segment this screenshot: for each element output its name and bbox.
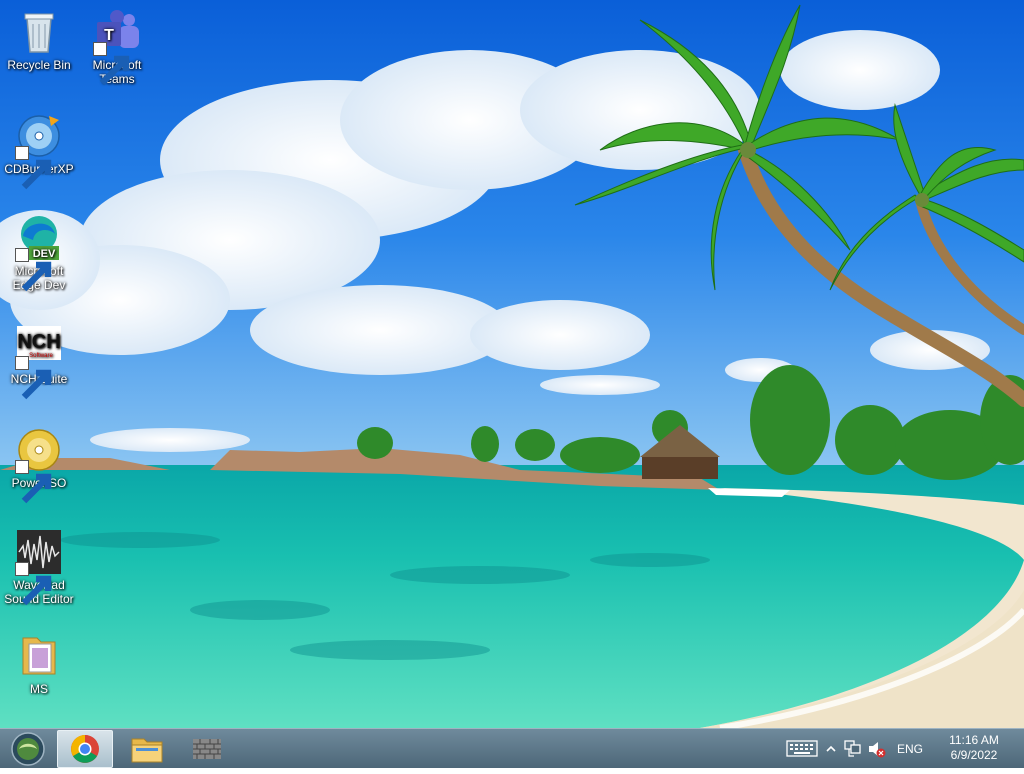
brick-wall-icon — [193, 739, 221, 759]
taskbar-app-button[interactable] — [184, 730, 230, 768]
chrome-icon — [71, 735, 99, 763]
clock-time: 11:16 AM — [949, 733, 999, 747]
desktop-icon-wavepad[interactable]: WavePad Sound Editor — [1, 528, 77, 606]
start-button[interactable] — [4, 730, 48, 768]
wavepad-icon — [15, 528, 63, 606]
desktop-icon-cdburnerxp[interactable]: CDBurnerXP — [1, 112, 77, 190]
poweriso-icon — [15, 426, 63, 504]
desktop-icon-nch-suite[interactable]: NCH Software NCH Suite — [1, 322, 77, 400]
nch-icon: NCH Software — [15, 322, 63, 400]
desktop-icon-recycle-bin[interactable]: Recycle Bin — [1, 8, 77, 72]
show-hidden-icons-chevron[interactable] — [824, 729, 838, 769]
desktop-wallpaper — [0, 0, 1024, 731]
shortcut-arrow-icon — [15, 146, 52, 190]
shortcut-arrow-icon — [15, 460, 52, 504]
edge-dev-icon: DEV — [15, 214, 63, 292]
desktop-icon-microsoft-teams[interactable]: T Microsoft Teams — [79, 8, 155, 86]
taskbar-file-explorer-button[interactable] — [124, 730, 170, 768]
system-tray: ENG 11:16 AM 6/9/2022 — [784, 729, 1024, 769]
teams-icon: T — [93, 8, 141, 86]
recycle-bin-icon — [15, 8, 63, 56]
start-orb-icon — [11, 732, 45, 766]
clock[interactable]: 11:16 AM 6/9/2022 — [942, 733, 1006, 763]
file-explorer-icon — [131, 738, 163, 763]
volume-muted-icon[interactable] — [866, 729, 888, 769]
clock-date: 6/9/2022 — [950, 748, 998, 762]
desktop-icon-label: Recycle Bin — [7, 58, 71, 72]
taskbar: ENG 11:16 AM 6/9/2022 — [0, 728, 1024, 768]
folder-icon — [15, 632, 63, 680]
desktop-icon-label: MS — [30, 682, 48, 696]
cdburnerxp-icon — [15, 112, 63, 190]
desktop-icon-ms-folder[interactable]: MS — [1, 632, 77, 696]
shortcut-arrow-icon — [93, 42, 130, 86]
taskbar-chrome-button[interactable] — [57, 730, 113, 768]
touch-keyboard-icon[interactable] — [784, 729, 820, 769]
desktop-icon-poweriso[interactable]: PowerISO — [1, 426, 77, 504]
shortcut-arrow-icon — [15, 562, 52, 606]
network-icon[interactable] — [842, 729, 864, 769]
shortcut-arrow-icon — [15, 356, 52, 400]
shortcut-arrow-icon — [15, 248, 52, 292]
desktop-icon-microsoft-edge-dev[interactable]: DEV Microsoft Edge Dev — [1, 214, 77, 292]
svg-text:NCH: NCH — [17, 331, 60, 353]
language-indicator[interactable]: ENG — [894, 729, 926, 769]
